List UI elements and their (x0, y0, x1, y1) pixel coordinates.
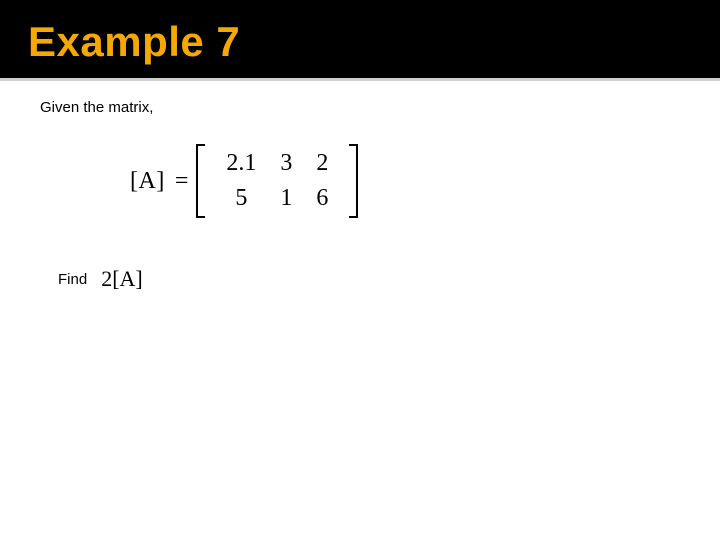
find-row: Find 2[A] (58, 266, 720, 292)
matrix-equation: [A] = 2.1 3 2 5 1 6 (130, 144, 720, 218)
matrix-row: 5 1 6 (214, 181, 340, 216)
find-expression: 2[A] (101, 266, 143, 292)
matrix-cell: 2.1 (214, 146, 268, 181)
given-text: Given the matrix, (40, 99, 720, 116)
equals-sign: = (175, 168, 189, 195)
right-bracket-icon (346, 144, 358, 218)
find-label: Find (58, 271, 87, 288)
slide-body: Given the matrix, [A] = 2.1 3 2 5 1 6 (0, 81, 720, 292)
matrix-table: 2.1 3 2 5 1 6 (214, 146, 340, 216)
matrix-cell: 3 (268, 146, 304, 181)
title-bar: Example 7 (0, 0, 720, 80)
slide-title: Example 7 (28, 18, 720, 66)
matrix-cell: 1 (268, 181, 304, 216)
matrix-A: 2.1 3 2 5 1 6 (196, 144, 358, 218)
matrix-cell: 5 (214, 181, 268, 216)
matrix-row: 2.1 3 2 (214, 146, 340, 181)
lhs-label: [A] (130, 168, 165, 195)
matrix-cell: 6 (304, 181, 340, 216)
matrix-cell: 2 (304, 146, 340, 181)
slide: Example 7 Given the matrix, [A] = 2.1 3 … (0, 0, 720, 540)
left-bracket-icon (196, 144, 208, 218)
